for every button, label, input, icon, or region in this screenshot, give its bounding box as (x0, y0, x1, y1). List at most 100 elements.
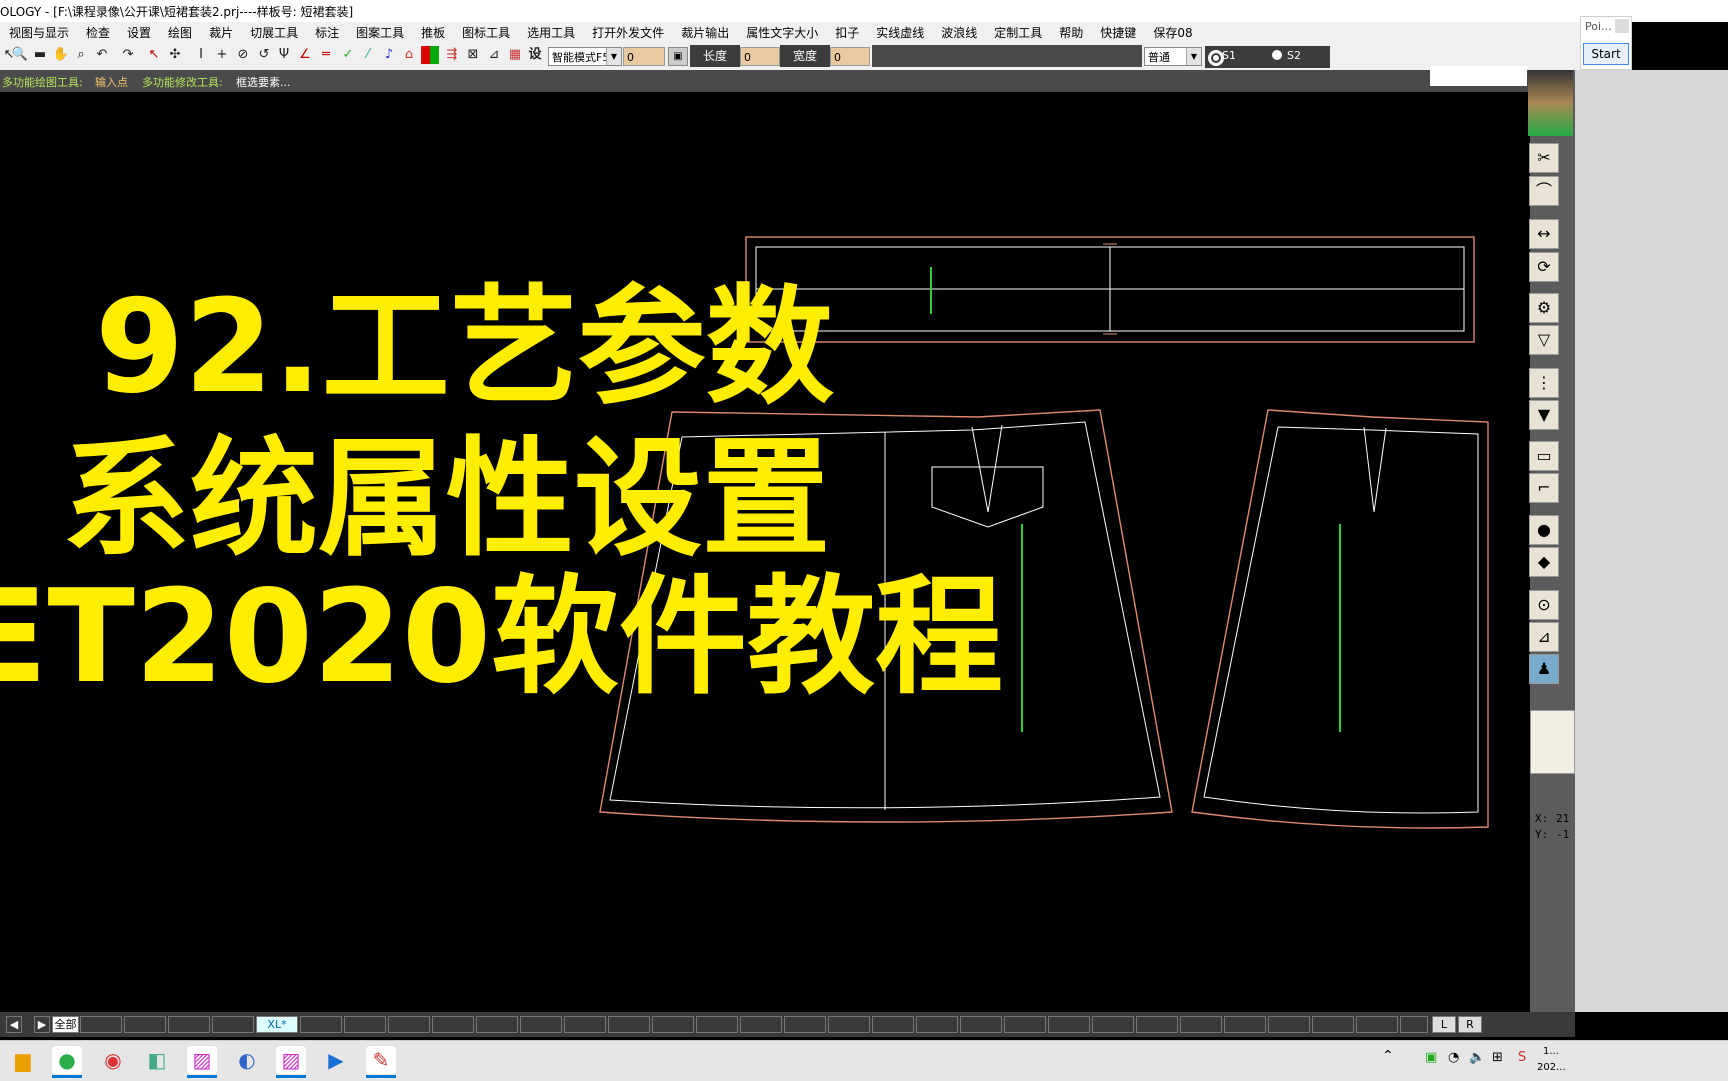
scissors-icon[interactable]: ⊘ (234, 46, 252, 64)
curve-adjust-icon[interactable]: ♪ (380, 46, 398, 64)
size-slot[interactable] (388, 1016, 430, 1033)
file-explorer-icon[interactable]: ▆ (8, 1046, 38, 1074)
menu-item-wave-line[interactable]: 波浪线 (932, 24, 985, 41)
menu-item-settings[interactable]: 设置 (118, 24, 159, 41)
mode-select[interactable]: 智能模式F5 ▼ (548, 47, 622, 66)
check-mark-icon[interactable]: ✓ (339, 46, 357, 64)
size-slot[interactable] (1180, 1016, 1222, 1033)
ime-icon[interactable]: ⊞ (1492, 1050, 1503, 1065)
size-slot[interactable] (784, 1016, 826, 1033)
menu-item-shortcuts[interactable]: 快捷键 (1091, 24, 1144, 41)
size-slot[interactable] (476, 1016, 518, 1033)
hanger-icon[interactable]: ⌂ (400, 46, 418, 64)
mark-icon[interactable]: ⊿ (485, 46, 503, 64)
sewing-machine-icon[interactable]: ⚙ (1529, 293, 1559, 323)
left-button[interactable]: L (1432, 1016, 1456, 1033)
rain-icon[interactable]: ⋮ (1529, 368, 1559, 398)
video-player-icon[interactable]: ▶ (321, 1046, 351, 1074)
fit-screen-icon[interactable]: ▬ (31, 46, 49, 64)
settings-char-button[interactable]: 设 (526, 46, 544, 64)
right-button[interactable]: R (1458, 1016, 1482, 1033)
size-xl-tag[interactable]: XL* (256, 1016, 298, 1033)
delete-select-icon[interactable]: ↖ (145, 46, 163, 64)
cad-app-icon[interactable]: ▨ (187, 1046, 217, 1074)
size-slot[interactable] (652, 1016, 694, 1033)
pocket-tool-icon[interactable]: ▭ (1529, 441, 1559, 471)
wechat-icon[interactable]: ● (52, 1046, 82, 1074)
size-slot[interactable] (432, 1016, 474, 1033)
size-slot[interactable] (960, 1016, 1002, 1033)
size-slot[interactable] (168, 1016, 210, 1033)
cad-app-icon[interactable]: ▨ (276, 1046, 306, 1074)
trident-icon[interactable]: Ψ (275, 46, 293, 64)
measure-tool-icon[interactable]: ⊙ (1529, 590, 1559, 620)
size-slot[interactable] (1224, 1016, 1266, 1033)
menu-item-select-tools[interactable]: 选用工具 (518, 24, 583, 41)
size-slot[interactable] (80, 1016, 122, 1033)
slope-tool-icon[interactable]: ⊿ (1529, 622, 1559, 652)
width-field[interactable]: 0 (830, 47, 870, 66)
menu-item-open-external[interactable]: 打开外发文件 (583, 24, 672, 41)
size-slot[interactable] (212, 1016, 254, 1033)
menu-item-icon-tools[interactable]: 图标工具 (453, 24, 518, 41)
menu-item-slash-spread[interactable]: 切展工具 (241, 24, 306, 41)
paint-icon[interactable]: ✎ (366, 1046, 396, 1074)
chevron-up-icon[interactable]: ⌃ (1382, 1048, 1394, 1064)
zoom-window-icon[interactable]: ⌕ (72, 46, 90, 64)
move-icon[interactable]: ✣ (166, 46, 184, 64)
menu-item-attr-text-size[interactable]: 属性文字大小 (737, 24, 826, 41)
close-icon[interactable] (1615, 19, 1629, 33)
size-slot[interactable] (1048, 1016, 1090, 1033)
pan-hand-icon[interactable]: ✋ (52, 46, 70, 64)
undo-icon[interactable]: ↶ (93, 46, 111, 64)
dart-tool-icon[interactable]: ▼ (1529, 400, 1559, 430)
calendar-icon[interactable]: ▦ (506, 46, 524, 64)
menu-item-buttons[interactable]: 扣子 (826, 24, 867, 41)
menu-item-pattern-tools[interactable]: 图案工具 (347, 24, 412, 41)
shirt-tool-icon[interactable]: ♟ (1529, 654, 1559, 684)
size-slot[interactable] (344, 1016, 386, 1033)
tray-sync-icon[interactable]: ◔ (1448, 1050, 1459, 1065)
menu-item-draw[interactable]: 绘图 (159, 24, 200, 41)
menu-item-save08[interactable]: 保存08 (1144, 24, 1200, 41)
menu-item-check[interactable]: 检查 (77, 24, 118, 41)
redo-icon[interactable]: ↷ (119, 46, 137, 64)
button-tool-icon[interactable]: ● (1529, 515, 1559, 545)
parallel-line-icon[interactable]: ═ (317, 46, 335, 64)
menu-item-grading[interactable]: 推板 (412, 24, 453, 41)
menu-item-help[interactable]: 帮助 (1050, 24, 1091, 41)
scroll-left-icon[interactable]: ◀ (6, 1016, 22, 1033)
length-field[interactable]: 0 (740, 47, 780, 66)
size-slot[interactable] (1400, 1016, 1428, 1033)
label-tool-icon[interactable]: ◆ (1529, 547, 1559, 577)
size-slot[interactable] (300, 1016, 342, 1033)
size-slot[interactable] (1004, 1016, 1046, 1033)
size-slot[interactable] (520, 1016, 562, 1033)
rotate-tool-icon[interactable]: ⟳ (1529, 252, 1559, 282)
select-piece-icon[interactable]: ⊠ (464, 46, 482, 64)
collar-tool-icon[interactable]: ⌐ (1529, 473, 1559, 503)
size-slot[interactable] (1268, 1016, 1310, 1033)
menu-item-pieces[interactable]: 裁片 (200, 24, 241, 41)
size-slot[interactable] (1356, 1016, 1398, 1033)
color-grid-icon[interactable] (421, 46, 439, 64)
menu-item-piece-output[interactable]: 裁片输出 (672, 24, 737, 41)
basket-icon[interactable]: ▽ (1529, 325, 1559, 355)
size-slot[interactable] (1312, 1016, 1354, 1033)
hatch-icon[interactable]: ⁄ (359, 46, 377, 64)
size-slot[interactable] (696, 1016, 738, 1033)
size-slot[interactable] (1092, 1016, 1134, 1033)
scissors-tool-icon[interactable]: ✂ (1529, 143, 1559, 173)
size-slot[interactable] (916, 1016, 958, 1033)
start-button[interactable]: Start (1583, 43, 1629, 65)
menu-item-solid-dashed[interactable]: 实线虚线 (867, 24, 932, 41)
chrome-icon[interactable]: ◉ (98, 1046, 128, 1074)
size-all-button[interactable]: 全部 (52, 1016, 79, 1033)
tray-app-icon[interactable]: ▣ (1425, 1050, 1437, 1065)
size-slot[interactable] (872, 1016, 914, 1033)
radio-s2[interactable] (1272, 50, 1282, 60)
size-slot[interactable] (124, 1016, 166, 1033)
app-icon[interactable]: ◧ (142, 1046, 172, 1074)
volume-icon[interactable]: 🔈 (1469, 1050, 1485, 1065)
piece-arrow-icon[interactable]: ⇶ (443, 46, 461, 64)
